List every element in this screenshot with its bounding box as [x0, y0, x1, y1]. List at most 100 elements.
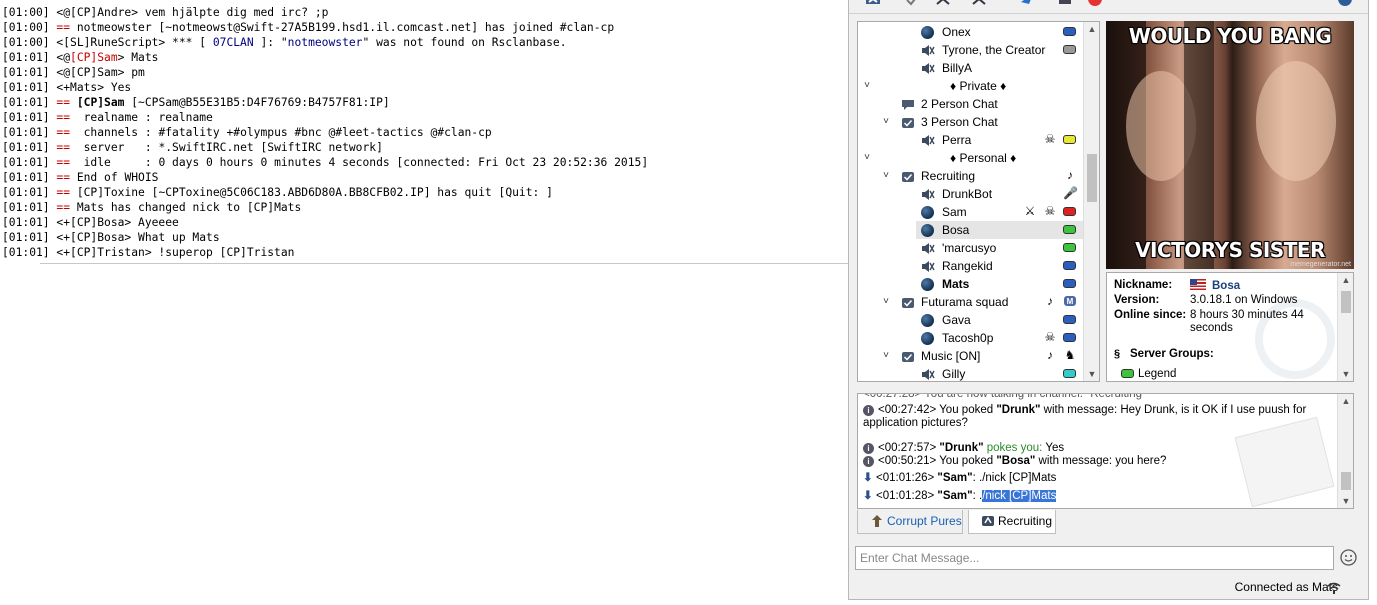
avatar-icon[interactable] [1337, 0, 1353, 6]
scroll-thumb[interactable] [1341, 291, 1351, 313]
permissions-icon[interactable] [1057, 0, 1073, 6]
expand-arrow-icon[interactable]: ˅ [880, 347, 892, 365]
chat-message-input[interactable] [855, 546, 1334, 570]
irc-line: [01:01] == [CP]Sam [~CPSam@B55E31B5:D4F7… [0, 95, 848, 110]
tree-spacer[interactable]: ˅ ♦ Private ♦ [858, 77, 1083, 95]
mute-mic-icon[interactable] [935, 0, 951, 6]
chat-time: <00:50:21> [878, 455, 937, 467]
tree-client[interactable]: Tyrone, the Creator [858, 41, 1083, 59]
irc-text: [01:01] <@ [2, 51, 71, 64]
channel-tree[interactable]: Onex Tyrone, the Creator BillyA ˅ ♦ Private … [857, 21, 1100, 382]
scroll-down-arrow-icon[interactable]: ▼ [1338, 367, 1353, 381]
tree-channel[interactable]: ˅ Music [ON] ♞ ♪ [858, 347, 1083, 365]
scroll-thumb[interactable] [1341, 472, 1351, 490]
channel-icon [901, 296, 915, 308]
tree-client[interactable]: Gilly [858, 365, 1083, 381]
disconnect-icon[interactable] [865, 0, 881, 6]
tree-channel[interactable]: ˅ 3 Person Chat [858, 113, 1083, 131]
online-row: Online since: 8 hours 30 minutes 44 seco… [1114, 309, 1344, 337]
tree-item-label: ♦ Private ♦ [950, 79, 1007, 93]
away-icon[interactable] [905, 0, 921, 6]
irc-text: [01:01] [2, 96, 57, 109]
chat-line: ⬇ <01:01:26> "Sam": ./nick [CP]Mats [863, 472, 1333, 485]
svg-text:M: M [1067, 297, 1074, 306]
scroll-up-arrow-icon[interactable]: ▲ [1338, 273, 1353, 287]
group-badge-icon [1063, 45, 1076, 54]
irc-text: Mats has changed nick to [CP]Mats [70, 201, 302, 214]
irc-text: notmeowster [287, 36, 363, 49]
chat-scrollbar[interactable]: ▲ ▼ [1337, 394, 1353, 508]
tree-channel[interactable]: ˅ Futurama squad M ♪ [858, 293, 1083, 311]
tree-item-label: 'marcusyo [942, 241, 997, 255]
tree-client[interactable]: Tacosh0p ☠ [858, 329, 1083, 347]
music-note-icon: ♪ [1047, 348, 1053, 362]
tree-item-label: Tyrone, the Creator [942, 43, 1046, 57]
user-dot-icon [921, 26, 934, 39]
irc-line: [01:01] == idle : 0 days 0 hours 0 minut… [0, 155, 848, 170]
tree-item-label: Gilly [942, 367, 966, 381]
emoji-icon[interactable] [1340, 549, 1357, 566]
us-flag-icon [1190, 279, 1206, 290]
irc-text: [01:01] [2, 201, 57, 214]
legend-badge-icon [1121, 369, 1134, 378]
tree-client[interactable]: Mats [858, 275, 1083, 293]
user-dot-icon [921, 206, 934, 219]
tree-item-label: 2 Person Chat [921, 97, 998, 111]
chat-bubble-icon [901, 98, 915, 110]
bookmark-icon[interactable] [1019, 0, 1035, 6]
meme-bottom-text: VICTORYS SISTER [1135, 238, 1325, 262]
notification-icon[interactable] [1087, 0, 1103, 6]
tree-client[interactable]: Bosa [916, 221, 1083, 239]
info-scrollbar[interactable]: ▲ ▼ [1337, 273, 1353, 381]
irc-line: [01:00] <[SL]RuneScript> *** [ 07CLAN ]:… [0, 35, 848, 50]
connection-quality-icon[interactable] [1327, 582, 1341, 594]
scroll-thumb[interactable] [1087, 154, 1097, 202]
expand-arrow-icon[interactable]: ˅ [880, 167, 892, 185]
chat-log[interactable]: <00:27:28> You are now talking in channe… [857, 393, 1354, 509]
server-groups-label: Server Groups: [1130, 348, 1214, 360]
scroll-down-arrow-icon[interactable]: ▼ [1338, 494, 1353, 508]
user-dot-icon [921, 278, 934, 291]
expand-arrow-icon[interactable]: ˅ [861, 149, 873, 167]
chat-post: : . [972, 490, 983, 502]
tab-corrupt-pures[interactable]: Corrupt Pures [857, 510, 963, 534]
tree-channel[interactable]: ˅ Recruiting ♪ [858, 167, 1083, 185]
chat-who: "Sam" [937, 490, 973, 502]
scroll-up-arrow-icon[interactable]: ▲ [1338, 394, 1353, 408]
tab-recruiting[interactable]: Recruiting [968, 510, 1056, 534]
tree-spacer[interactable]: ˅ ♦ Personal ♦ [858, 149, 1083, 167]
chat-who: "Sam" [937, 472, 973, 484]
muted-icon [921, 188, 935, 201]
irc-text: == [56, 186, 71, 199]
music-note-icon: ♪ [1047, 294, 1053, 308]
client-info-panel: Nickname: Bosa Version: 3.0.18.1 on Wind… [1106, 272, 1354, 382]
incoming-message-icon: ⬇ [863, 490, 873, 502]
muted-icon [921, 134, 935, 147]
teamspeak-window: Onex Tyrone, the Creator BillyA ˅ ♦ Private … [848, 0, 1369, 600]
irc-log: [01:00] <@[CP]Andre> vem hjälpte dig med… [0, 0, 848, 265]
mute-speakers-icon[interactable] [971, 0, 987, 6]
expand-arrow-icon[interactable]: ˅ [880, 113, 892, 131]
irc-text: 07CLAN [212, 36, 254, 49]
tree-client[interactable]: Rangekid [858, 257, 1083, 275]
tree-client[interactable]: BillyA [858, 59, 1083, 77]
tree-client[interactable]: Gava [858, 311, 1083, 329]
tree-client[interactable]: 'marcusyo [858, 239, 1083, 257]
tree-channel[interactable]: 2 Person Chat [858, 95, 1083, 113]
scroll-up-arrow-icon[interactable]: ▲ [1084, 22, 1099, 36]
chat-line: ⬇ <01:01:28> "Sam": ./nick [CP]Mats [863, 490, 1333, 503]
tree-client[interactable]: Perra ☠ [858, 131, 1083, 149]
tree-client[interactable]: Onex [858, 23, 1083, 41]
tree-client[interactable]: Sam ☠ ⚔ [858, 203, 1083, 221]
server-group-name: Legend [1138, 368, 1177, 380]
expand-arrow-icon[interactable]: ˅ [861, 77, 873, 95]
tree-scrollbar[interactable]: ▲ ▼ [1083, 22, 1099, 381]
scroll-down-arrow-icon[interactable]: ▼ [1084, 367, 1099, 381]
nickname-label: Nickname: [1114, 279, 1173, 291]
irc-text: == [56, 126, 71, 139]
tree-client[interactable]: DrunkBot 🎤 [858, 185, 1083, 203]
expand-arrow-icon[interactable]: ˅ [880, 293, 892, 311]
irc-line: [01:00] == notmeowster [~notmeowst@Swift… [0, 20, 848, 35]
tree-item-label: Perra [942, 133, 972, 147]
nickname-value-wrap: Bosa [1190, 279, 1340, 293]
